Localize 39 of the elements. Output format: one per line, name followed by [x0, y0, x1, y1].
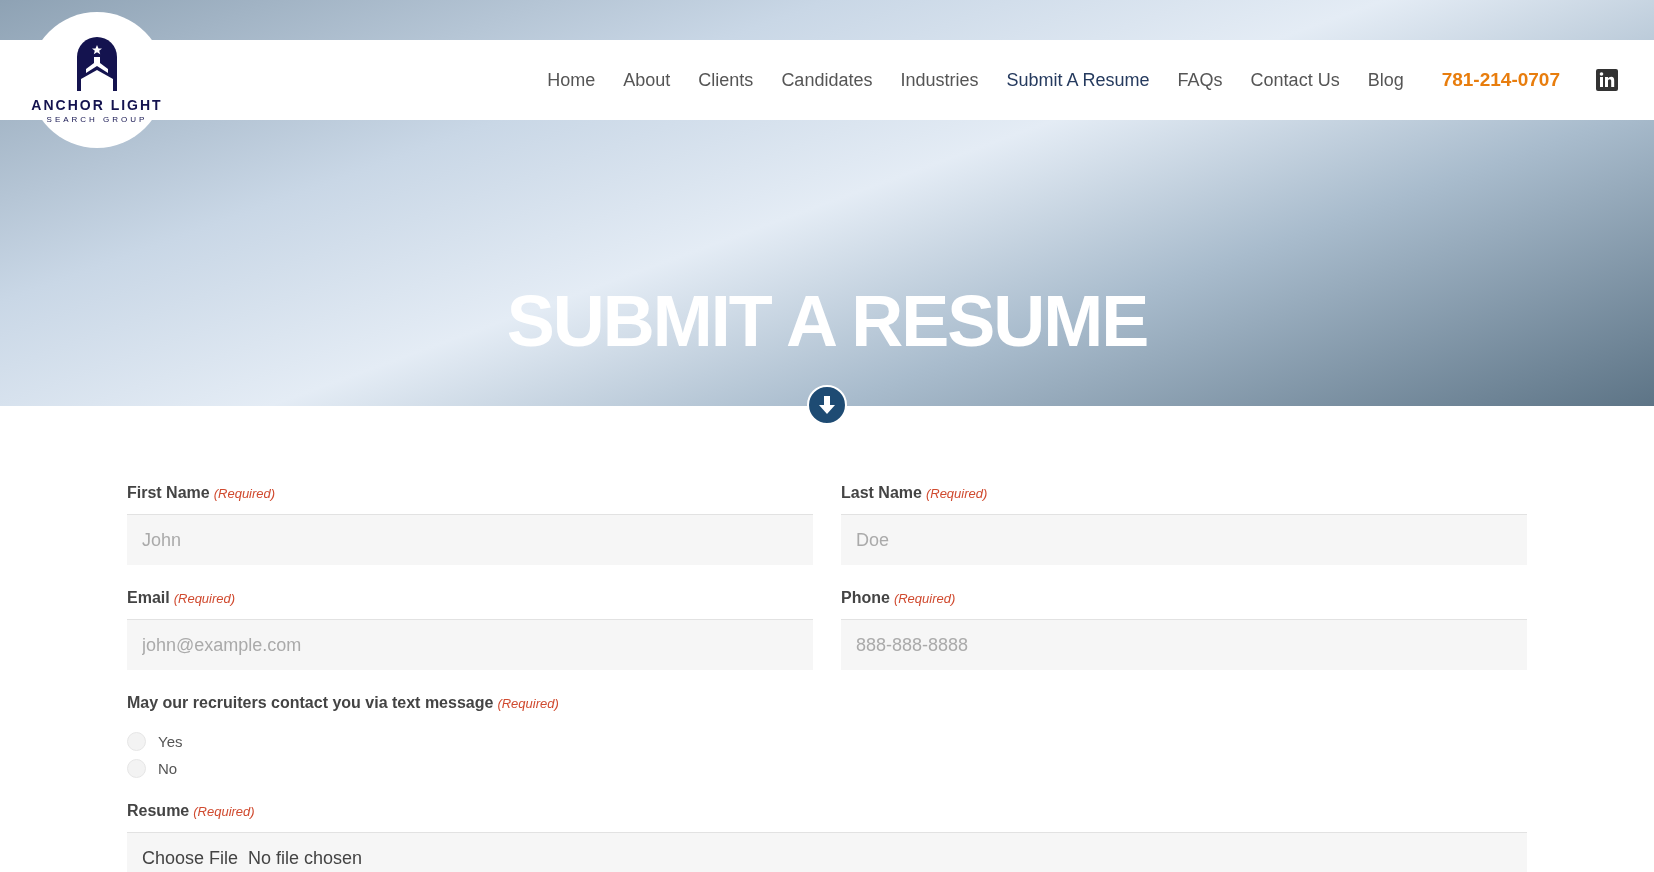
- nav-link[interactable]: Blog: [1367, 69, 1404, 91]
- linkedin-icon[interactable]: [1596, 69, 1618, 91]
- nav-link[interactable]: Candidates: [781, 69, 873, 91]
- required-note: (Required): [173, 591, 236, 606]
- option-label: No: [158, 760, 178, 777]
- nav-link[interactable]: Home: [547, 69, 596, 91]
- radio-button[interactable]: [127, 759, 146, 778]
- lighthouse-ship-icon: [77, 36, 117, 91]
- required-note: (Required): [925, 486, 988, 501]
- field-label: Resume: [127, 802, 190, 820]
- nav-link[interactable]: Industries: [900, 69, 979, 91]
- field-label: Last Name: [841, 484, 922, 502]
- down-arrow-icon: [816, 394, 838, 416]
- nav-link[interactable]: Contact Us: [1250, 69, 1340, 91]
- field-label: First Name: [127, 484, 210, 502]
- input-field[interactable]: Doe: [841, 514, 1527, 565]
- page-title: SUBMIT A RESUME: [505, 280, 1149, 362]
- nav-link[interactable]: About: [623, 69, 671, 91]
- required-note: (Required): [497, 696, 559, 711]
- nav-link[interactable]: Clients: [698, 69, 754, 91]
- option-label: Yes: [158, 733, 183, 750]
- required-note: (Required): [193, 804, 255, 819]
- radio-button[interactable]: [127, 732, 146, 751]
- logo-tagline: SEARCH GROUP: [46, 114, 148, 124]
- scroll-down-button[interactable]: [807, 385, 847, 425]
- file-input[interactable]: Choose File No file chosen: [127, 832, 1527, 872]
- logo-name: ANCHOR LIGHT: [31, 96, 163, 113]
- file-status: No file chosen: [248, 848, 363, 869]
- field-label: Email: [127, 589, 170, 607]
- nav-link[interactable]: FAQs: [1177, 69, 1223, 91]
- choose-file-button[interactable]: Choose File: [142, 848, 239, 869]
- input-field[interactable]: 888-888-8888: [841, 619, 1527, 670]
- input-field[interactable]: john@example.com: [127, 619, 813, 670]
- required-note: (Required): [213, 486, 276, 501]
- required-note: (Required): [893, 591, 956, 606]
- nav-link[interactable]: Submit A Resume: [1006, 69, 1150, 91]
- field-label: May our recruiters contact you via text message: [127, 694, 494, 712]
- input-field[interactable]: John: [127, 514, 813, 565]
- field-label: Phone: [841, 589, 890, 607]
